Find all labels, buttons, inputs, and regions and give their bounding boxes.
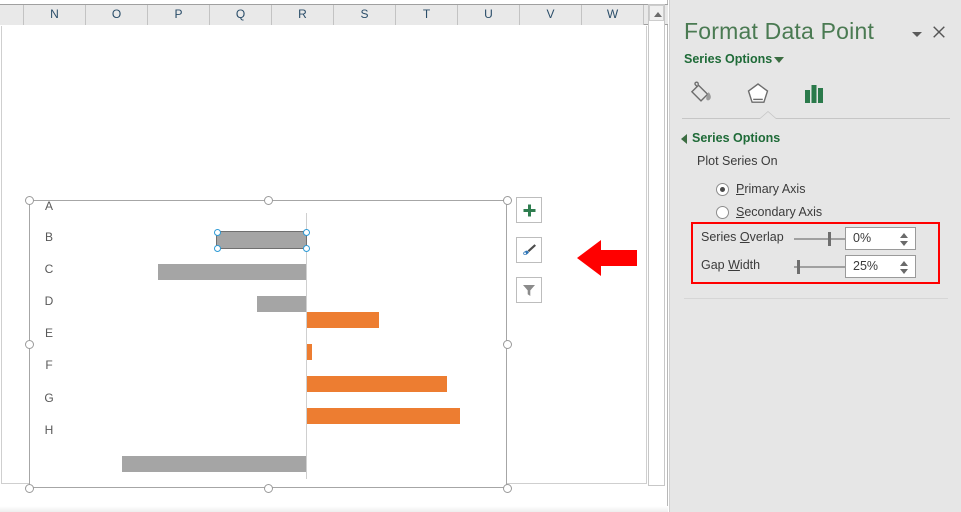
column-header-r[interactable]: R xyxy=(272,5,334,25)
chart-object[interactable]: H G F E D C B A xyxy=(25,196,512,493)
chart-plot-area[interactable]: H G F E D C B A xyxy=(30,199,508,489)
bar-chart-icon xyxy=(805,85,823,103)
chart-resize-handle-bottom-left[interactable] xyxy=(25,484,34,493)
radio-primary-axis-indicator[interactable] xyxy=(716,182,729,196)
series-overlap-spin-down-icon[interactable] xyxy=(900,241,908,246)
series-overlap-spinbox[interactable]: 0% xyxy=(845,227,916,250)
bar-g-orange[interactable] xyxy=(307,408,460,424)
category-label-e: E xyxy=(44,326,53,340)
gap-width-spin-up-icon[interactable] xyxy=(900,261,908,266)
column-header-row: N O P Q R S T U V W xyxy=(0,4,668,25)
column-header-n[interactable]: N xyxy=(24,5,86,25)
category-label-d: D xyxy=(44,294,54,308)
pane-tab-underline xyxy=(682,118,950,119)
category-label-b: B xyxy=(44,230,53,244)
gap-width-slider-thumb[interactable] xyxy=(797,260,800,274)
pentagon-icon xyxy=(747,83,769,103)
data-point-handle-tr[interactable] xyxy=(303,229,310,236)
series-options-section-header[interactable]: Series Options xyxy=(692,131,780,145)
red-arrow xyxy=(577,240,637,276)
category-label-g: G xyxy=(44,391,54,405)
bar-d-orange[interactable] xyxy=(307,312,379,328)
plus-icon xyxy=(523,204,535,216)
plot-series-on-label: Plot Series On xyxy=(697,154,778,168)
chart-side-buttons xyxy=(516,197,546,317)
pane-divider xyxy=(684,298,948,299)
column-header-w[interactable]: W xyxy=(582,5,644,25)
chart-elements-button[interactable] xyxy=(516,197,542,223)
chart-resize-handle-top-right[interactable] xyxy=(503,196,512,205)
data-point-handle-br[interactable] xyxy=(303,245,310,252)
effects-tab[interactable] xyxy=(738,76,778,112)
bar-b-gray[interactable] xyxy=(158,264,306,280)
chart-resize-handle-middle-left[interactable] xyxy=(25,340,34,349)
category-label-c: C xyxy=(44,262,54,276)
bar-f-orange[interactable] xyxy=(307,376,447,392)
bar-h-gray[interactable] xyxy=(122,456,306,472)
data-point-handle-tl[interactable] xyxy=(214,229,221,236)
chart-resize-handle-top-left[interactable] xyxy=(25,196,34,205)
gap-width-label: Gap Width xyxy=(701,258,761,272)
bar-a-gray-selected[interactable] xyxy=(216,231,307,249)
column-header-o[interactable]: O xyxy=(86,5,148,25)
radio-secondary-axis-label: Secondary Axis xyxy=(736,205,823,219)
chart-resize-handle-bottom-center[interactable] xyxy=(264,484,273,493)
bar-c-gray[interactable] xyxy=(257,296,306,312)
series-options-tab[interactable] xyxy=(794,76,834,112)
gap-width-row: Gap Width 25% xyxy=(693,253,942,281)
radio-primary-axis[interactable]: Primary Axis xyxy=(716,182,805,196)
series-overlap-value: 0% xyxy=(853,231,872,245)
pane-subtitle-dropdown[interactable]: Series Options xyxy=(684,52,772,66)
vertical-scrollbar[interactable] xyxy=(648,4,665,486)
sheet-bottom-shadow xyxy=(0,506,668,512)
scroll-up-icon[interactable] xyxy=(649,5,664,21)
gap-width-spin-down-icon[interactable] xyxy=(900,269,908,274)
pane-title: Format Data Point xyxy=(684,18,875,44)
fill-line-tab[interactable] xyxy=(682,76,722,112)
data-point-handle-bl[interactable] xyxy=(214,245,221,252)
chevron-down-icon[interactable] xyxy=(909,26,925,42)
pane-tab-row xyxy=(682,76,950,112)
close-icon[interactable] xyxy=(931,24,947,40)
paint-bucket-icon xyxy=(690,81,711,102)
bar-e-orange[interactable] xyxy=(307,344,312,360)
chart-resize-handle-top-center[interactable] xyxy=(264,196,273,205)
column-header-v[interactable]: V xyxy=(520,5,582,25)
column-header-u[interactable]: U xyxy=(458,5,520,25)
category-label-h: H xyxy=(44,423,54,437)
chart-styles-button[interactable] xyxy=(516,237,542,263)
radio-secondary-axis-indicator[interactable] xyxy=(716,205,729,219)
category-label-f: F xyxy=(45,358,53,372)
series-overlap-label: Series Overlap xyxy=(701,230,784,244)
series-overlap-slider-thumb[interactable] xyxy=(828,232,831,246)
radio-secondary-axis[interactable]: Secondary Axis xyxy=(716,205,822,219)
column-header-q[interactable]: Q xyxy=(210,5,272,25)
gap-width-value: 25% xyxy=(853,259,879,273)
pane-tab-selected-marker xyxy=(760,112,776,119)
red-highlight-box: Series Overlap 0% Gap Width 25% xyxy=(691,222,940,284)
series-overlap-row: Series Overlap 0% xyxy=(693,225,942,253)
sheet-corner[interactable] xyxy=(0,5,24,25)
radio-primary-axis-label: Primary Axis xyxy=(736,182,806,196)
category-label-a: A xyxy=(44,199,53,213)
scrollbar-track[interactable] xyxy=(649,22,664,485)
paintbrush-icon xyxy=(522,243,536,255)
spreadsheet-area: N O P Q R S T U V W H G F E D C B A xyxy=(0,0,668,512)
column-header-p[interactable]: P xyxy=(148,5,210,25)
chart-resize-handle-bottom-right[interactable] xyxy=(503,484,512,493)
column-header-s[interactable]: S xyxy=(334,5,396,25)
column-header-t[interactable]: T xyxy=(396,5,458,25)
series-overlap-spin-up-icon[interactable] xyxy=(900,233,908,238)
chart-resize-handle-middle-right[interactable] xyxy=(503,340,512,349)
pane-subtitle-caret-icon[interactable] xyxy=(774,57,784,63)
section-expand-caret-icon[interactable] xyxy=(681,134,687,144)
funnel-icon xyxy=(523,285,535,296)
excel-window: N O P Q R S T U V W H G F E D C B A Form… xyxy=(0,0,961,512)
gap-width-spinbox[interactable]: 25% xyxy=(845,255,916,278)
chart-filters-button[interactable] xyxy=(516,277,542,303)
